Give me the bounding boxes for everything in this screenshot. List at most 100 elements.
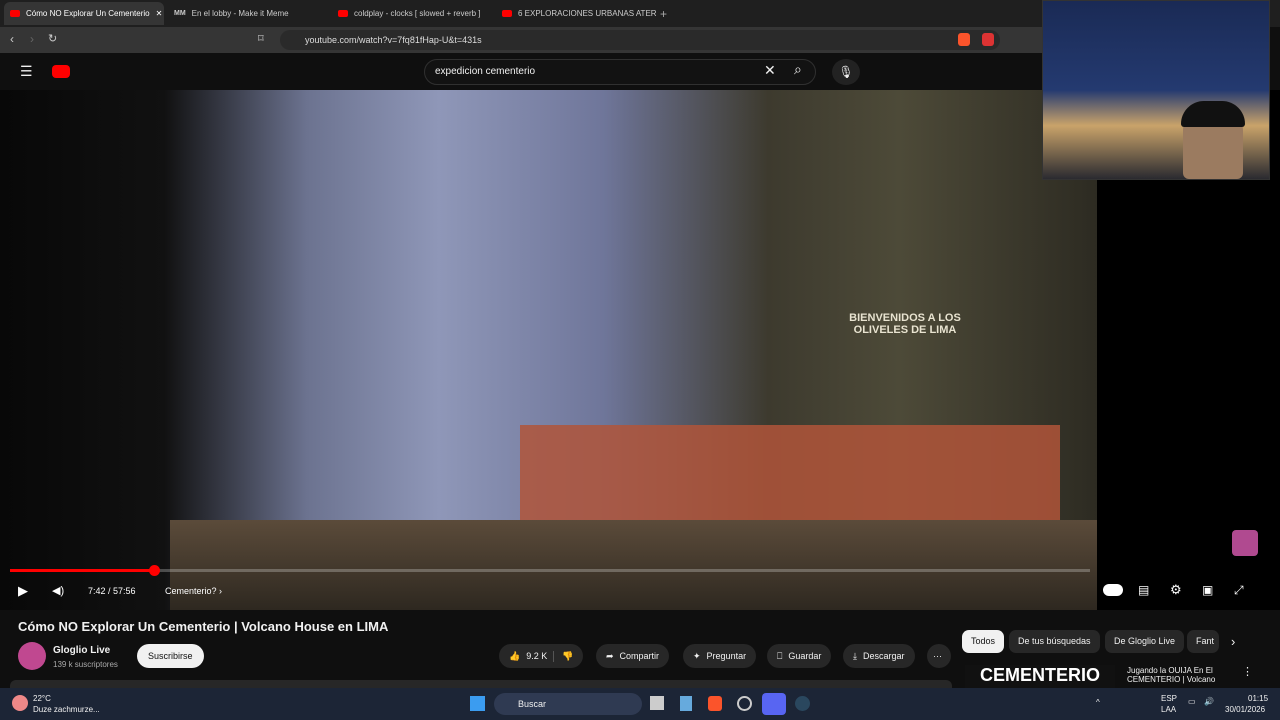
channel-name[interactable]: Gloglio Live: [53, 645, 110, 656]
close-icon[interactable]: ✕: [156, 9, 163, 18]
forward-icon[interactable]: ›: [30, 32, 34, 46]
like-count: 9.2 K: [526, 651, 548, 661]
youtube-logo[interactable]: [52, 65, 70, 78]
windows-start-icon[interactable]: [470, 696, 485, 711]
clear-search-icon[interactable]: ✕: [764, 62, 776, 79]
time-display: 7:42 / 57:56: [88, 586, 136, 596]
share-icon: ➦: [606, 650, 614, 661]
bookmark-icon: ⎕: [777, 650, 783, 661]
chevron-right-icon[interactable]: ›: [1231, 634, 1235, 649]
clock-time[interactable]: 01:15: [1248, 694, 1268, 703]
microphone-icon[interactable]: 🎙: [832, 59, 860, 85]
subtitles-icon[interactable]: ▤: [1138, 583, 1149, 597]
reload-icon[interactable]: ↻: [48, 32, 57, 45]
tab-label: coldplay - clocks [ slowed + reverb ]: [354, 9, 481, 18]
youtube-icon: [338, 10, 348, 17]
download-label: Descargar: [862, 651, 905, 661]
search-label: Buscar: [518, 699, 547, 709]
ask-label: Preguntar: [706, 651, 747, 661]
channel-avatar[interactable]: [18, 642, 46, 670]
tab-label: En el lobby - Make it Meme: [191, 9, 289, 18]
sparkle-icon: ✦: [693, 650, 701, 661]
clock-date[interactable]: 30/01/2026: [1225, 705, 1265, 714]
download-button[interactable]: ⤓ Descargar: [843, 644, 915, 668]
volume-icon[interactable]: ◀): [52, 584, 64, 597]
steam-icon[interactable]: [795, 696, 810, 711]
dislike-icon[interactable]: 👎: [553, 650, 573, 662]
tray-chevron-icon[interactable]: ^: [1096, 698, 1100, 707]
brave-shield-icon[interactable]: [958, 33, 970, 46]
tab-coldplay[interactable]: coldplay - clocks [ slowed + reverb ]: [332, 2, 492, 25]
search-input[interactable]: expedicion cementerio: [424, 59, 816, 85]
search-text: expedicion cementerio: [435, 66, 536, 77]
suggestion-thumbnail[interactable]: CEMENTERIO: [965, 665, 1115, 688]
search-icon[interactable]: ⌕: [794, 61, 802, 78]
subscriber-count: 139 k suscriptores: [53, 660, 118, 669]
brave-icon[interactable]: [708, 696, 722, 711]
channel-watermark[interactable]: [1232, 530, 1258, 556]
chapter-button[interactable]: Cementerio? ›: [165, 586, 222, 596]
tab-exploraciones[interactable]: 6 EXPLORACIONES URBANAS ATERR: [496, 2, 656, 25]
keyboard-layout[interactable]: LAA: [1161, 705, 1176, 714]
description-box[interactable]: [10, 680, 952, 688]
autoplay-toggle[interactable]: [1103, 584, 1123, 596]
notepad-icon[interactable]: [680, 696, 692, 711]
share-button[interactable]: ➦ Compartir: [596, 644, 670, 668]
tab-meme[interactable]: MM En el lobby - Make it Meme: [168, 2, 328, 25]
new-tab-icon[interactable]: +: [660, 7, 667, 21]
video-frame-ground: [170, 520, 1097, 610]
tab-label: Cómo NO Explorar Un Cementerio: [26, 9, 150, 18]
speaker-icon[interactable]: 🔊: [1204, 697, 1214, 706]
like-icon: 👍: [509, 650, 521, 661]
chip-busquedas[interactable]: De tus búsquedas: [1009, 630, 1100, 653]
weather-icon[interactable]: [12, 695, 28, 711]
settings-icon[interactable]: ⚙: [1170, 582, 1182, 598]
bookmark-icon[interactable]: ⌑: [258, 32, 264, 45]
chip-todos[interactable]: Todos: [962, 630, 1005, 653]
discord-icon[interactable]: [762, 693, 786, 715]
chapter-label: Cementerio?: [165, 586, 217, 596]
menu-icon[interactable]: ☰: [20, 63, 33, 80]
suggestion-menu-icon[interactable]: ⋮: [1242, 665, 1253, 678]
download-icon: ⤓: [853, 650, 857, 661]
miniplayer-icon[interactable]: ▣: [1202, 583, 1213, 597]
task-view-icon[interactable]: [650, 696, 664, 710]
language-code[interactable]: ESP: [1161, 694, 1177, 703]
video-sign: BIENVENIDOS A LOS OLIVELES DE LIMA: [849, 312, 961, 336]
play-icon[interactable]: ▶: [18, 583, 28, 599]
chip-fant[interactable]: Fant: [1187, 630, 1219, 653]
progress-played: [10, 569, 154, 572]
subscribe-button[interactable]: Suscribirse: [137, 644, 204, 668]
temperature: 22°C: [33, 694, 51, 703]
network-icon[interactable]: ▭: [1188, 697, 1196, 706]
taskbar: 22°C Duze zachmurze... Buscar ^ ESP LAA …: [0, 688, 1280, 720]
save-button[interactable]: ⎕ Guardar: [767, 644, 832, 668]
tab-label: 6 EXPLORACIONES URBANAS ATERR: [518, 9, 656, 18]
fullscreen-icon[interactable]: ⤢: [1234, 583, 1244, 598]
favicon: MM: [174, 10, 186, 17]
suggestion-title[interactable]: Jugando la OUIJA En El CEMENTERIO | Volc…: [1127, 666, 1232, 688]
address-bar: ‹ › ↻ ⌑ youtube.com/watch?v=7fq81fHap-U&…: [0, 27, 1042, 53]
back-icon[interactable]: ‹: [10, 32, 14, 46]
progress-handle[interactable]: [148, 565, 160, 576]
youtube-icon: [10, 10, 20, 17]
tab-active[interactable]: Cómo NO Explorar Un Cementerio ✕: [4, 2, 164, 25]
save-label: Guardar: [788, 651, 822, 661]
video-title: Cómo NO Explorar Un Cementerio | Volcano…: [18, 619, 389, 634]
obs-icon[interactable]: [737, 696, 752, 711]
share-label: Compartir: [619, 651, 660, 661]
more-icon: ···: [933, 651, 942, 661]
chip-channel[interactable]: De Gloglio Live: [1105, 630, 1185, 653]
taskbar-search[interactable]: Buscar: [494, 693, 642, 715]
weather-text: Duze zachmurze...: [33, 705, 100, 714]
youtube-icon: [502, 10, 512, 17]
like-button[interactable]: 👍 9.2 K 👎: [499, 644, 584, 668]
url-text: youtube.com/watch?v=7fq81fHap-U&t=431s: [305, 35, 482, 45]
url-field[interactable]: youtube.com/watch?v=7fq81fHap-U&t=431s: [280, 30, 1000, 50]
progress-bar[interactable]: [10, 565, 1090, 576]
ask-button[interactable]: ✦ Preguntar: [683, 644, 757, 668]
cap: [1181, 101, 1245, 127]
rewards-icon[interactable]: [982, 33, 994, 46]
more-actions-button[interactable]: ···: [927, 644, 951, 668]
webcam-overlay: [1042, 0, 1270, 180]
